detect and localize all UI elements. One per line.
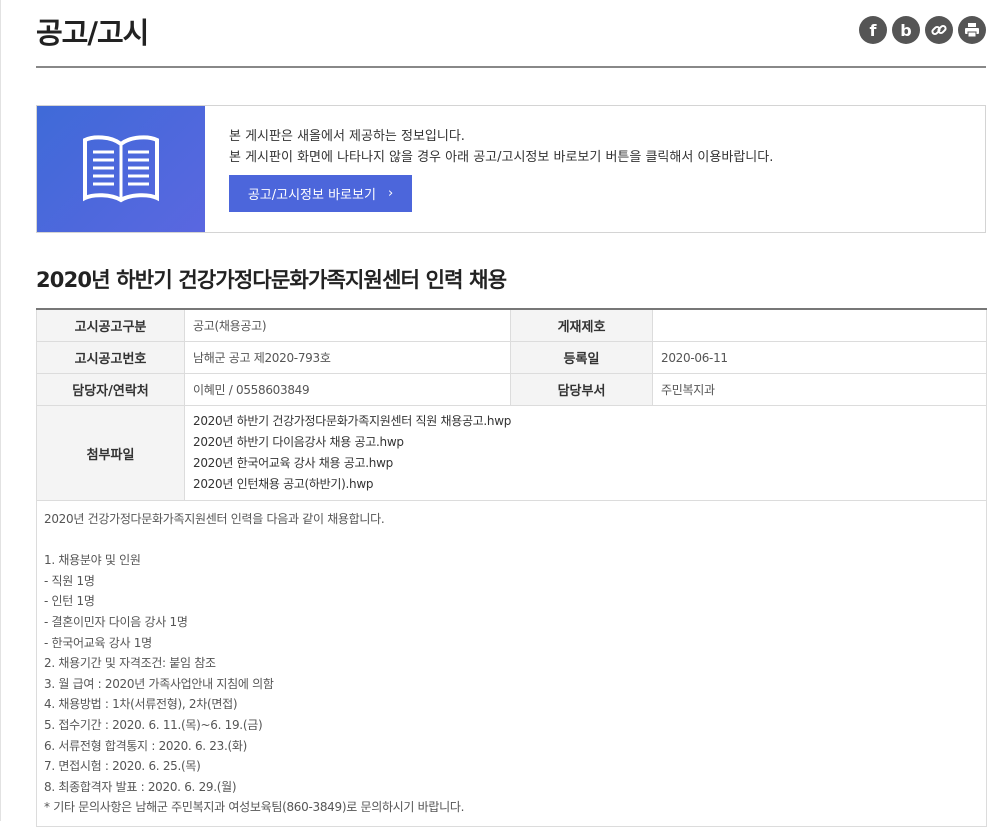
contact-value: 이혜민 / 0558603849 — [184, 373, 511, 406]
body-line: 5. 접수기간 : 2020. 6. 11.(목)~6. 19.(금) — [44, 717, 263, 732]
body-line: - 인턴 1명 — [44, 594, 95, 609]
share-toolbar: f b — [859, 16, 986, 44]
posting-no-value — [652, 308, 987, 342]
notice-no-label: 고시공고번호 — [36, 341, 185, 374]
dept-value: 주민복지과 — [652, 373, 987, 406]
notice-no-value: 남해군 공고 제2020-793호 — [184, 341, 511, 374]
attachment-link[interactable]: 2020년 하반기 건강가정다문화가족지원센터 직원 채용공고.hwp — [193, 411, 978, 432]
notice-line-2: 본 게시판이 화면에 나타나지 않을 경우 아래 공고/고시정보 바로보기 버튼… — [229, 150, 774, 165]
view-notice-button-label: 공고/고시정보 바로보기 — [247, 188, 376, 203]
body-line: - 한국어교육 강사 1명 — [44, 635, 152, 650]
files-label: 첨부파일 — [36, 405, 185, 501]
notice-text: 본 게시판은 새올에서 제공하는 정보입니다. 본 게시판이 화면에 나타나지 … — [229, 126, 773, 168]
print-icon[interactable] — [958, 16, 986, 44]
post-body: 2020년 건강가정다문화가족지원센터 인력을 다음과 같이 채용합니다. 1.… — [36, 500, 987, 827]
attachment-list: 2020년 하반기 건강가정다문화가족지원센터 직원 채용공고.hwp 2020… — [184, 405, 987, 501]
body-line: 3. 월 급여 : 2020년 가족사업안내 지침에 의함 — [44, 676, 274, 691]
book-icon — [83, 135, 159, 203]
notice-line-1: 본 게시판은 새올에서 제공하는 정보입니다. — [229, 129, 465, 144]
contact-label: 담당자/연락처 — [36, 373, 185, 406]
blog-icon[interactable]: b — [892, 16, 920, 44]
body-line: 2020년 건강가정다문화가족지원센터 인력을 다음과 같이 채용합니다. — [44, 512, 385, 526]
body-line: - 직원 1명 — [44, 573, 95, 588]
attachment-link[interactable]: 2020년 한국어교육 강사 채용 공고.hwp — [193, 453, 978, 474]
body-line: 8. 최종합격자 발표 : 2020. 6. 29.(월) — [44, 779, 237, 794]
facebook-icon[interactable]: f — [859, 16, 887, 44]
attachment-link[interactable]: 2020년 하반기 다이음강사 채용 공고.hwp — [193, 432, 978, 453]
view-notice-button[interactable]: 공고/고시정보 바로보기 › — [229, 175, 412, 212]
link-icon[interactable] — [925, 16, 953, 44]
body-line: - 결혼이민자 다이음 강사 1명 — [44, 614, 188, 629]
left-divider — [0, 0, 1, 821]
attachment-link[interactable]: 2020년 인턴채용 공고(하반기).hwp — [193, 474, 978, 495]
table-row: 2020년 건강가정다문화가족지원센터 인력을 다음과 같이 채용합니다. 1.… — [36, 500, 987, 827]
notice-box: 본 게시판은 새올에서 제공하는 정보입니다. 본 게시판이 화면에 나타나지 … — [36, 105, 986, 233]
chevron-right-icon: › — [387, 186, 394, 201]
body-line: 1. 채용분야 및 인원 — [44, 553, 141, 568]
table-row: 고시공고번호 남해군 공고 제2020-793호 등록일 2020-06-11 — [36, 341, 987, 374]
post-title: 2020년 하반기 건강가정다문화가족지원센터 인력 채용 — [36, 268, 507, 292]
body-line: 7. 면접시험 : 2020. 6. 25.(목) — [44, 759, 201, 774]
posting-no-label: 게재제호 — [510, 308, 653, 342]
notice-icon-area — [37, 106, 205, 232]
category-value: 공고(채용공고) — [184, 308, 511, 342]
body-line: 4. 채용방법 : 1차(서류전형), 2차(면접) — [44, 697, 238, 712]
body-line — [44, 530, 979, 551]
reg-date-label: 등록일 — [510, 341, 653, 374]
body-line: 6. 서류전형 합격통지 : 2020. 6. 23.(화) — [44, 738, 247, 753]
table-row: 첨부파일 2020년 하반기 건강가정다문화가족지원센터 직원 채용공고.hwp… — [36, 405, 987, 501]
category-label: 고시공고구분 — [36, 308, 185, 342]
page-title: 공고/고시 — [36, 16, 149, 50]
table-row: 담당자/연락처 이혜민 / 0558603849 담당부서 주민복지과 — [36, 373, 987, 406]
table-row: 고시공고구분 공고(채용공고) 게재제호 — [36, 308, 987, 342]
body-line: 2. 채용기간 및 자격조건: 붙임 참조 — [44, 656, 216, 671]
post-info-table: 고시공고구분 공고(채용공고) 게재제호 고시공고번호 남해군 공고 제2020… — [36, 308, 987, 827]
title-divider — [36, 66, 986, 68]
body-line: * 기타 문의사항은 남해군 주민복지과 여성보육팀(860-3849)로 문의… — [44, 800, 465, 815]
dept-label: 담당부서 — [510, 373, 653, 406]
reg-date-value: 2020-06-11 — [652, 341, 987, 374]
